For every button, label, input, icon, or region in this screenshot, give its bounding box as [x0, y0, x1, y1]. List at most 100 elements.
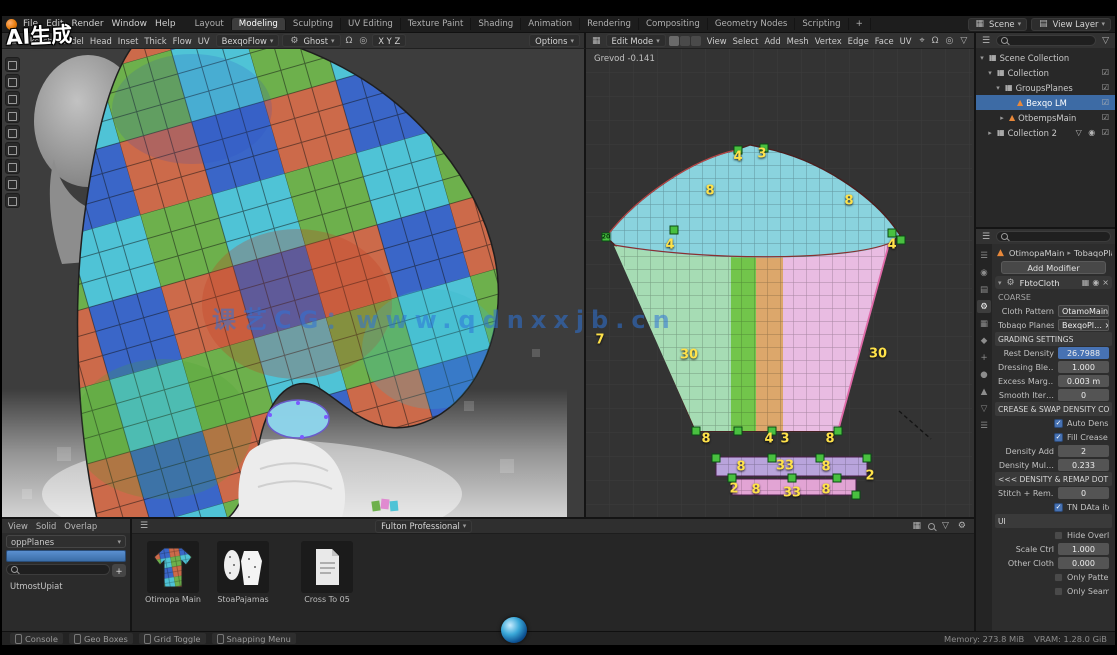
- properties-tab[interactable]: ▤: [977, 283, 991, 296]
- header-menu-item[interactable]: Thick: [141, 36, 169, 46]
- disclosure-icon[interactable]: ▾: [986, 69, 994, 77]
- property-value[interactable]: 0: [1058, 487, 1109, 499]
- vertex-marker[interactable]: [692, 427, 701, 436]
- transform-tool-icon[interactable]: [5, 159, 20, 174]
- properties-tab[interactable]: ●: [977, 368, 991, 381]
- display-toggle-icon[interactable]: ▦: [1082, 278, 1090, 287]
- outliner-row[interactable]: ▾ ▦ GroupsPlanes ☑: [976, 80, 1115, 95]
- vertex-marker[interactable]: [833, 474, 842, 483]
- list-item[interactable]: UtmostUpiat: [6, 579, 126, 592]
- breadcrumb-object[interactable]: OtimopaMain: [1009, 248, 1064, 258]
- header-menu-item[interactable]: Add: [761, 36, 783, 46]
- close-icon[interactable]: ×: [1102, 278, 1109, 287]
- asset-tile-pattern-pieces[interactable]: StoaPajamas: [214, 541, 272, 604]
- property-value[interactable]: 0.003 m: [1058, 375, 1109, 387]
- header-menu-item[interactable]: Mesh: [784, 36, 812, 46]
- viewport-pattern[interactable]: Grevod -0.141 4388443030784388338228338 …: [586, 49, 974, 517]
- properties-tab[interactable]: ⚙: [977, 300, 991, 313]
- add-modifier-button[interactable]: Add Modifier: [1001, 261, 1106, 274]
- disclosure-icon[interactable]: ▸: [998, 114, 1006, 122]
- checkbox[interactable]: [1054, 503, 1063, 512]
- property-value[interactable]: 26.7988: [1058, 347, 1109, 359]
- header-menu-item[interactable]: View: [704, 36, 730, 46]
- workspace-tab[interactable]: Layout: [188, 18, 232, 30]
- workspace-tab[interactable]: Modeling: [232, 18, 286, 30]
- proportional-edit-icon[interactable]: ◎: [357, 36, 369, 46]
- gear-icon[interactable]: ⚙: [956, 521, 968, 531]
- outliner-row[interactable]: ▸ ▲ OtbempsMain ☑: [976, 110, 1115, 125]
- properties-tab[interactable]: ☰: [977, 419, 991, 432]
- disclosure-icon[interactable]: ▸: [986, 129, 994, 137]
- vertex-marker[interactable]: [852, 491, 861, 500]
- properties-tab[interactable]: ◆: [977, 334, 991, 347]
- search-input[interactable]: [6, 564, 110, 575]
- outliner-search-input[interactable]: [996, 35, 1096, 46]
- move-tool-icon[interactable]: [5, 108, 20, 123]
- properties-tab[interactable]: +: [977, 351, 991, 364]
- workspace-tab[interactable]: Texture Paint: [401, 18, 471, 30]
- display-size-icon[interactable]: ▦: [910, 521, 923, 531]
- editor-type-icon[interactable]: ☰: [138, 521, 150, 531]
- vertex-marker[interactable]: [888, 229, 897, 238]
- render-toggle-icon[interactable]: ◉: [1092, 278, 1099, 287]
- add-button[interactable]: +: [112, 564, 126, 577]
- panel-tab[interactable]: View: [8, 521, 28, 531]
- workspace-tab[interactable]: UV Editing: [341, 18, 401, 30]
- property-value[interactable]: 0: [1058, 389, 1109, 401]
- filter-icon[interactable]: ▽: [940, 521, 951, 531]
- editor-type-icon[interactable]: ▦: [590, 36, 603, 46]
- panel-tab[interactable]: Solid: [36, 521, 56, 531]
- asset-tile-shirt[interactable]: Otimopa Main: [144, 541, 202, 604]
- visibility-toggles[interactable]: ☑: [1102, 68, 1111, 77]
- select-box-tool-icon[interactable]: [5, 74, 20, 89]
- tweak-tool-icon[interactable]: [5, 57, 20, 72]
- checkbox[interactable]: [1054, 531, 1063, 540]
- disclosure-icon[interactable]: ▾: [994, 84, 1002, 92]
- property-value[interactable]: OtamoMain ×: [1058, 305, 1109, 317]
- breadcrumb-data[interactable]: TobaqoPlanes: [1074, 248, 1112, 258]
- property-value[interactable]: 0.233: [1058, 459, 1109, 471]
- visibility-toggles[interactable]: ☑: [1102, 83, 1111, 92]
- flow-tool-dropdown[interactable]: BexqoFlow ▾: [216, 34, 280, 47]
- rotate-tool-icon[interactable]: [5, 125, 20, 140]
- vertex-marker[interactable]: [863, 454, 872, 463]
- checkbox[interactable]: [1054, 433, 1063, 442]
- panel-tab[interactable]: Overlap: [64, 521, 97, 531]
- vertex-marker[interactable]: 20: [602, 233, 611, 242]
- menu-item[interactable]: Window: [108, 19, 152, 29]
- properties-search-input[interactable]: [996, 231, 1111, 242]
- vertex-marker[interactable]: [734, 427, 743, 436]
- scene-selector[interactable]: ▦ Scene ▾: [968, 18, 1028, 31]
- editor-type-icon[interactable]: ☰: [980, 232, 992, 242]
- workspace-tab[interactable]: Sculpting: [286, 18, 341, 30]
- measure-tool-icon[interactable]: [5, 193, 20, 208]
- checkbox[interactable]: [1054, 573, 1063, 582]
- header-menu-item[interactable]: Face: [872, 36, 897, 46]
- outliner-row[interactable]: ▾ ▦ Collection ☑: [976, 65, 1115, 80]
- ghost-dropdown[interactable]: ⚙ Ghost ▾: [282, 34, 340, 47]
- scale-tool-icon[interactable]: [5, 142, 20, 157]
- proportional-edit-icon[interactable]: ◎: [944, 36, 956, 46]
- outliner-row[interactable]: ▲ Bexqo LM ☑: [976, 95, 1115, 110]
- vertex-marker[interactable]: [788, 474, 797, 483]
- vertex-marker[interactable]: [834, 427, 843, 436]
- workspace-tab[interactable]: Geometry Nodes: [708, 18, 796, 30]
- asset-tile-file[interactable]: Cross To 05: [298, 541, 356, 604]
- workspace-tab[interactable]: Compositing: [639, 18, 708, 30]
- properties-tab[interactable]: ▲: [977, 385, 991, 398]
- transform-pivot-icon[interactable]: ⌖: [918, 36, 927, 46]
- checkbox[interactable]: [1054, 419, 1063, 428]
- properties-tab[interactable]: ◉: [977, 266, 991, 279]
- vertex-marker[interactable]: [670, 226, 679, 235]
- axis-constraint-pill[interactable]: X Y Z: [372, 34, 406, 47]
- visibility-toggles[interactable]: ☑: [1102, 98, 1111, 107]
- view-layer-selector[interactable]: ▤ View Layer ▾: [1031, 18, 1111, 31]
- menu-item[interactable]: Help: [151, 19, 180, 29]
- annotate-tool-icon[interactable]: [5, 176, 20, 191]
- select-mode-buttons[interactable]: [669, 36, 701, 46]
- header-menu-item[interactable]: Select: [730, 36, 762, 46]
- visibility-toggles[interactable]: ▽ ◉ ☑: [1076, 128, 1111, 137]
- selected-value-bar[interactable]: [6, 550, 126, 562]
- visibility-toggles[interactable]: ☑: [1102, 113, 1111, 122]
- header-menu-item[interactable]: UV: [897, 36, 915, 46]
